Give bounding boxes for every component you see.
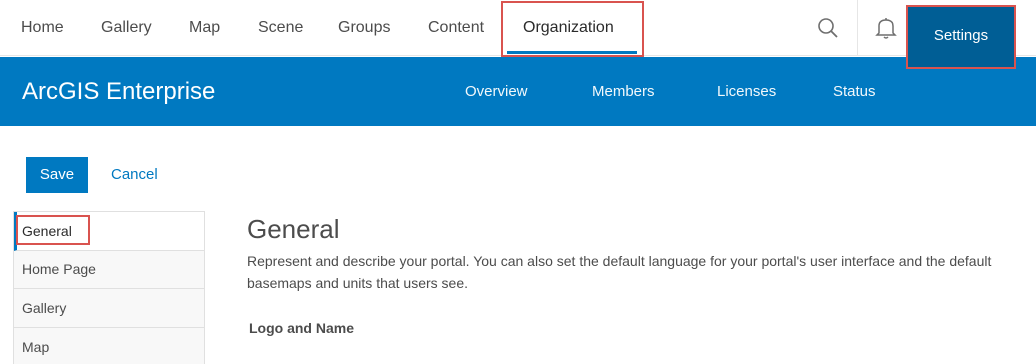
save-button[interactable]: Save: [26, 157, 88, 193]
cancel-button[interactable]: Cancel: [111, 157, 158, 193]
bell-icon[interactable]: [872, 14, 900, 42]
tab-members[interactable]: Members: [592, 57, 655, 126]
nav-divider: [857, 0, 858, 56]
page-description: Represent and describe your portal. You …: [247, 253, 992, 291]
sidebar-item-home-page[interactable]: Home Page: [14, 250, 204, 289]
general-highlight-box: [16, 215, 90, 245]
nav-content[interactable]: Content: [428, 0, 484, 56]
nav-map[interactable]: Map: [189, 0, 220, 56]
search-icon[interactable]: [814, 14, 842, 42]
sidebar-item-gallery[interactable]: Gallery: [14, 289, 204, 328]
nav-gallery[interactable]: Gallery: [101, 0, 152, 56]
tab-settings[interactable]: Settings: [906, 5, 1016, 69]
portal-title: ArcGIS Enterprise: [22, 78, 216, 105]
portal-header: ArcGIS Enterprise Overview Members Licen…: [0, 57, 1036, 126]
tab-licenses[interactable]: Licenses: [717, 57, 776, 126]
section-heading-logo-and-name: Logo and Name: [249, 320, 355, 336]
nav-scene[interactable]: Scene: [258, 0, 303, 56]
nav-home[interactable]: Home: [21, 0, 64, 56]
tab-status[interactable]: Status: [833, 57, 876, 126]
page-title: General: [247, 214, 340, 244]
nav-groups[interactable]: Groups: [338, 0, 390, 56]
sidebar-item-map[interactable]: Map: [14, 328, 204, 364]
organization-highlight-box: [501, 1, 644, 57]
tab-overview[interactable]: Overview: [465, 57, 528, 126]
